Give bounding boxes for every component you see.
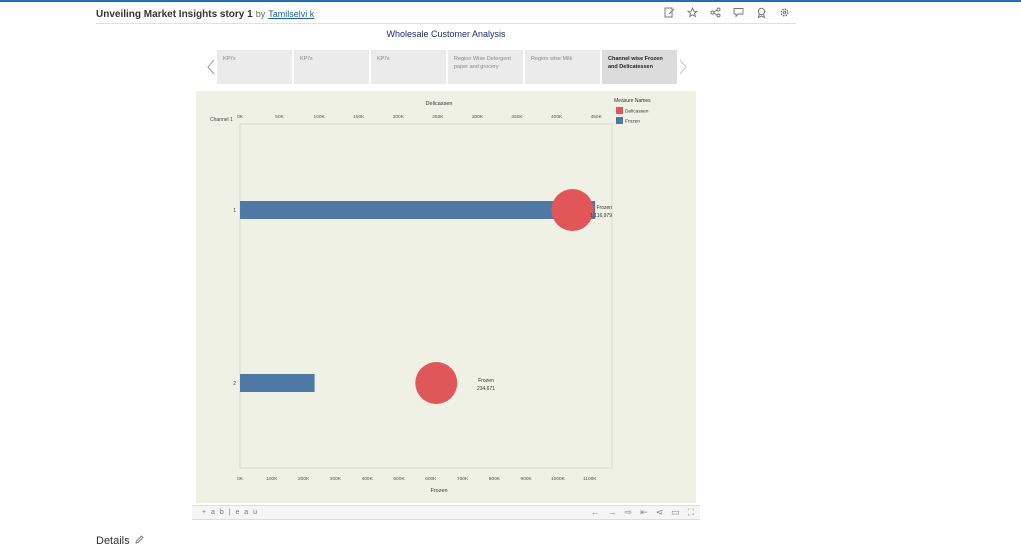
previous-story-point-icon[interactable] (204, 58, 218, 76)
top-tick-label: 0K (237, 114, 244, 120)
story-tab-region-milk[interactable]: Region wise Milk (525, 50, 600, 84)
details-section: Details (96, 535, 144, 547)
top-tick-label: 300K (472, 114, 484, 120)
author-link[interactable]: Tamilselvi k (268, 9, 314, 19)
viz-bottom-toolbar: + a b | e a u ← → ⇨ ⇤ ⋖ ▭ ⛶ (192, 505, 700, 520)
chart-area: Delicassen 0K 50K 100K 150K 200K 250K 300K 350K 4… (196, 91, 696, 503)
legend-title: Measure Names (614, 98, 651, 104)
pencil-icon[interactable] (135, 535, 144, 547)
frozen-bar (240, 374, 315, 392)
viz-title: Unveiling Market Insights story 1 (96, 8, 253, 20)
story-tab-region-detergent[interactable]: Region Wise Detergent paper and grocery (448, 50, 523, 84)
story-title: Wholesale Customer Analysis (386, 29, 506, 39)
top-axis-title: Delicassen (426, 101, 453, 107)
bottom-tick-label: 100K (266, 476, 278, 482)
header-toolbar (662, 5, 792, 20)
data-label-title: Frozen (478, 378, 494, 384)
reset-icon[interactable]: ⇤ (640, 507, 648, 518)
next-story-point-icon[interactable] (676, 58, 690, 76)
tableau-logo[interactable]: + a b | e a u (202, 509, 259, 516)
chart-svg: Delicassen 0K 50K 100K 150K 200K 250K 300K 350K 4… (210, 98, 651, 494)
category-label: 2 (233, 381, 236, 387)
legend-label: Delicassen (625, 109, 649, 115)
revert-icon[interactable]: ⇨ (625, 507, 633, 518)
bottom-tick-label: 0K (237, 476, 244, 482)
bottom-tick-label: 1000K (551, 476, 566, 482)
share-icon[interactable]: ⋖ (656, 507, 664, 518)
bottom-tick-label: 300K (330, 476, 342, 482)
undo-icon[interactable]: ← (591, 507, 600, 518)
data-label-value: 1,116,979 (590, 213, 612, 219)
row-header-label: Channel 1 (210, 117, 233, 123)
story-tab-kpis-1[interactable]: KPI's (217, 50, 292, 84)
top-tick-label: 100K (314, 114, 326, 120)
share-icon[interactable] (708, 5, 723, 20)
top-tick-label: 200K (393, 114, 405, 120)
edit-icon[interactable] (662, 5, 677, 20)
story-tab-kpis-3[interactable]: KPI's (371, 50, 446, 84)
bottom-tick-label: 500K (393, 476, 405, 482)
top-tick-label: 50K (275, 114, 284, 120)
bottom-tick-label: 400K (362, 476, 374, 482)
bottom-tick-label: 800K (489, 476, 501, 482)
category-label: 1 (233, 208, 236, 214)
story-tab-channel-frozen[interactable]: Channel wise Frozen and Delicatessen (602, 50, 677, 84)
top-tick-label: 450K (591, 114, 603, 120)
legend-label: Frozen (625, 119, 640, 125)
data-label-value: 234,671 (477, 386, 495, 392)
fullscreen-icon[interactable]: ⛶ (688, 507, 694, 518)
bottom-tick-label: 200K (298, 476, 310, 482)
comment-icon[interactable]: ▭ (671, 507, 680, 518)
story-tab-kpis-2[interactable]: KPI's (294, 50, 369, 84)
star-icon[interactable] (685, 5, 700, 20)
details-label: Details (96, 535, 130, 547)
plot-frame (239, 123, 613, 469)
data-label-title: Frozen (596, 205, 612, 211)
bottom-tick-label: 1100K (583, 476, 597, 482)
redo-icon[interactable]: → (608, 507, 617, 518)
bottom-axis-title: Frozen (430, 488, 447, 494)
header-divider (96, 23, 796, 24)
top-tick-label: 150K (353, 114, 365, 120)
frozen-bar (240, 201, 596, 219)
story-tabs: KPI's KPI's KPI's Region Wise Detergent … (217, 50, 677, 84)
bottom-tick-label: 700K (457, 476, 469, 482)
legend-swatch (616, 107, 623, 114)
delicassen-circle (551, 189, 594, 231)
top-tick-label: 350K (511, 114, 523, 120)
bottom-tick-label: 600K (425, 476, 437, 482)
legend-swatch (616, 117, 623, 124)
bottom-tick-label: 900K (521, 476, 533, 482)
top-accent-line (0, 0, 1021, 2)
comment-icon[interactable] (731, 5, 746, 20)
top-tick-label: 250K (432, 114, 444, 120)
settings-icon[interactable] (777, 5, 792, 20)
top-tick-label: 400K (551, 114, 563, 120)
badge-icon[interactable] (754, 5, 769, 20)
delicassen-circle (415, 362, 458, 404)
by-text: by (255, 9, 266, 19)
